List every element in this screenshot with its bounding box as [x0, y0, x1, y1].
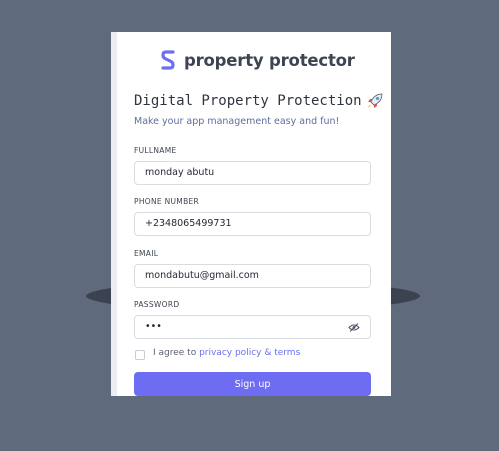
signup-button[interactable]: Sign up — [134, 372, 371, 396]
password-label: PASSWORD — [134, 300, 180, 309]
phone-value: +2348065499731 — [145, 218, 232, 229]
email-field[interactable]: mondabutu@gmail.com — [134, 264, 371, 288]
page-title-text: Digital Property Protection — [134, 93, 362, 109]
fullname-value: monday abutu — [145, 167, 215, 178]
page-title: Digital Property Protection — [134, 92, 384, 110]
eye-off-icon[interactable] — [348, 323, 360, 332]
s-shape-logo-icon — [161, 50, 175, 70]
agree-prefix: I agree to — [153, 348, 200, 358]
agree-checkbox[interactable] — [135, 350, 145, 360]
fullname-field[interactable]: monday abutu — [134, 161, 371, 185]
brand-name: property protector — [184, 50, 355, 70]
signup-card: property protector Digital Property Prot… — [111, 32, 391, 396]
rocket-icon — [367, 93, 382, 109]
password-field[interactable]: ••• — [134, 315, 371, 339]
phone-field[interactable]: +2348065499731 — [134, 212, 371, 236]
privacy-terms-link[interactable]: privacy policy & terms — [199, 348, 300, 358]
brand: property protector — [161, 48, 355, 72]
email-value: mondabutu@gmail.com — [145, 270, 259, 281]
phone-label: PHONE NUMBER — [134, 197, 200, 206]
subtitle: Make your app management easy and fun! — [134, 116, 340, 127]
email-label: EMAIL — [134, 249, 159, 258]
card-left-strip — [111, 32, 117, 396]
fullname-label: FULLNAME — [134, 146, 177, 155]
agree-text: I agree to privacy policy & terms — [153, 348, 300, 358]
password-value: ••• — [145, 321, 162, 332]
